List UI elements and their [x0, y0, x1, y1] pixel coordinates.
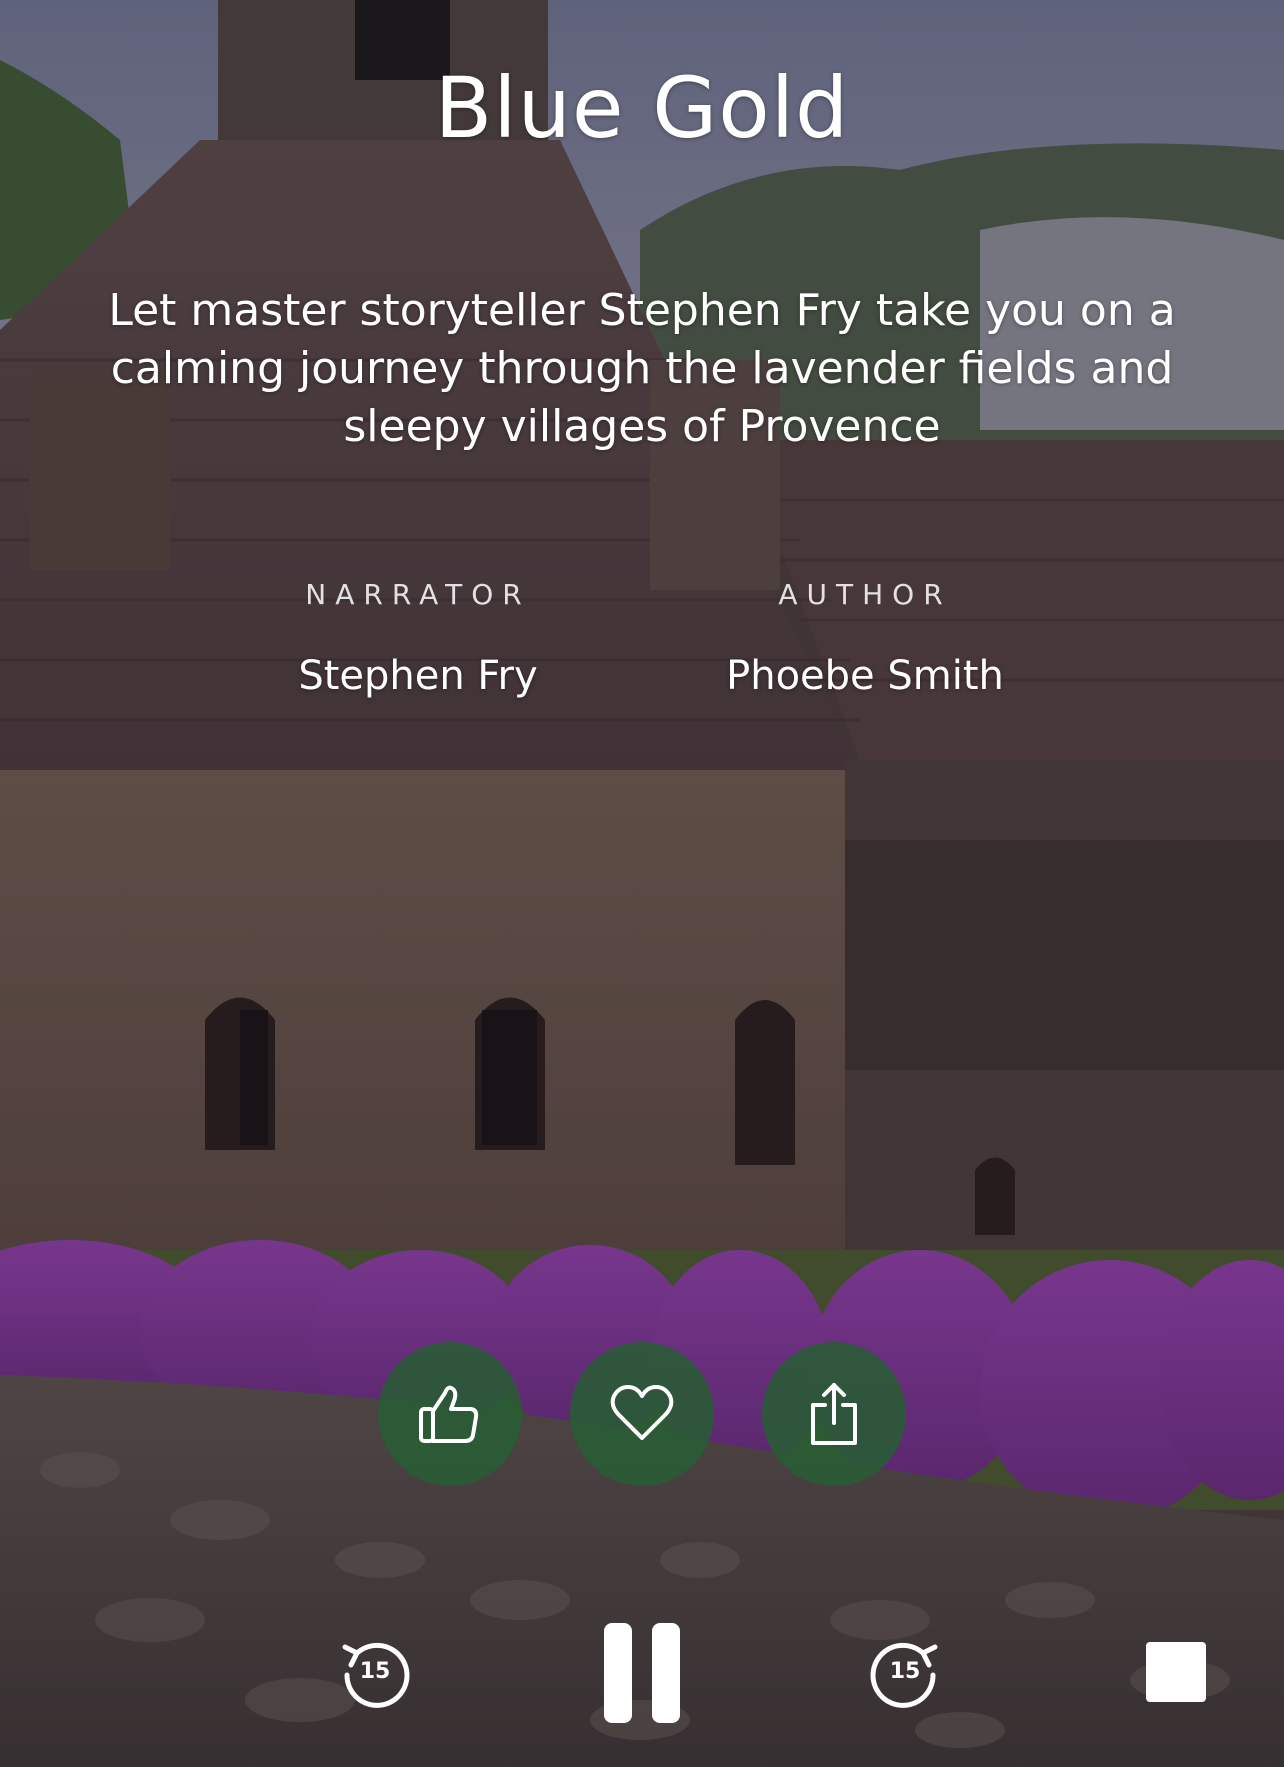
story-title: Blue Gold [434, 59, 850, 157]
story-player: Blue Gold Let master storyteller Stephen… [0, 0, 1284, 1767]
narrator-credit: NARRATOR Stephen Fry [218, 575, 618, 701]
stop-button[interactable] [1145, 1641, 1207, 1703]
share-icon [811, 1383, 857, 1445]
narrator-name: Stephen Fry [298, 653, 538, 699]
forward-seconds: 15 [889, 1659, 921, 1684]
pause-button[interactable] [600, 1620, 684, 1726]
heart-icon [610, 1385, 674, 1440]
forward-15-button[interactable]: 15 [865, 1635, 945, 1715]
author-name: Phoebe Smith [726, 653, 1004, 699]
like-button[interactable] [378, 1342, 522, 1486]
pause-icon [600, 1623, 684, 1723]
author-credit: AUTHOR Phoebe Smith [665, 575, 1065, 701]
favorite-button[interactable] [570, 1342, 714, 1486]
share-button[interactable] [762, 1342, 906, 1486]
narrator-label: NARRATOR [305, 578, 531, 611]
rewind-15-button[interactable]: 15 [335, 1635, 415, 1715]
thumbs-up-icon [419, 1385, 479, 1443]
stop-icon [1146, 1642, 1206, 1702]
author-label: AUTHOR [778, 578, 952, 611]
rewind-seconds: 15 [359, 1659, 391, 1684]
story-description: Let master storyteller Stephen Fry take … [108, 285, 1176, 452]
